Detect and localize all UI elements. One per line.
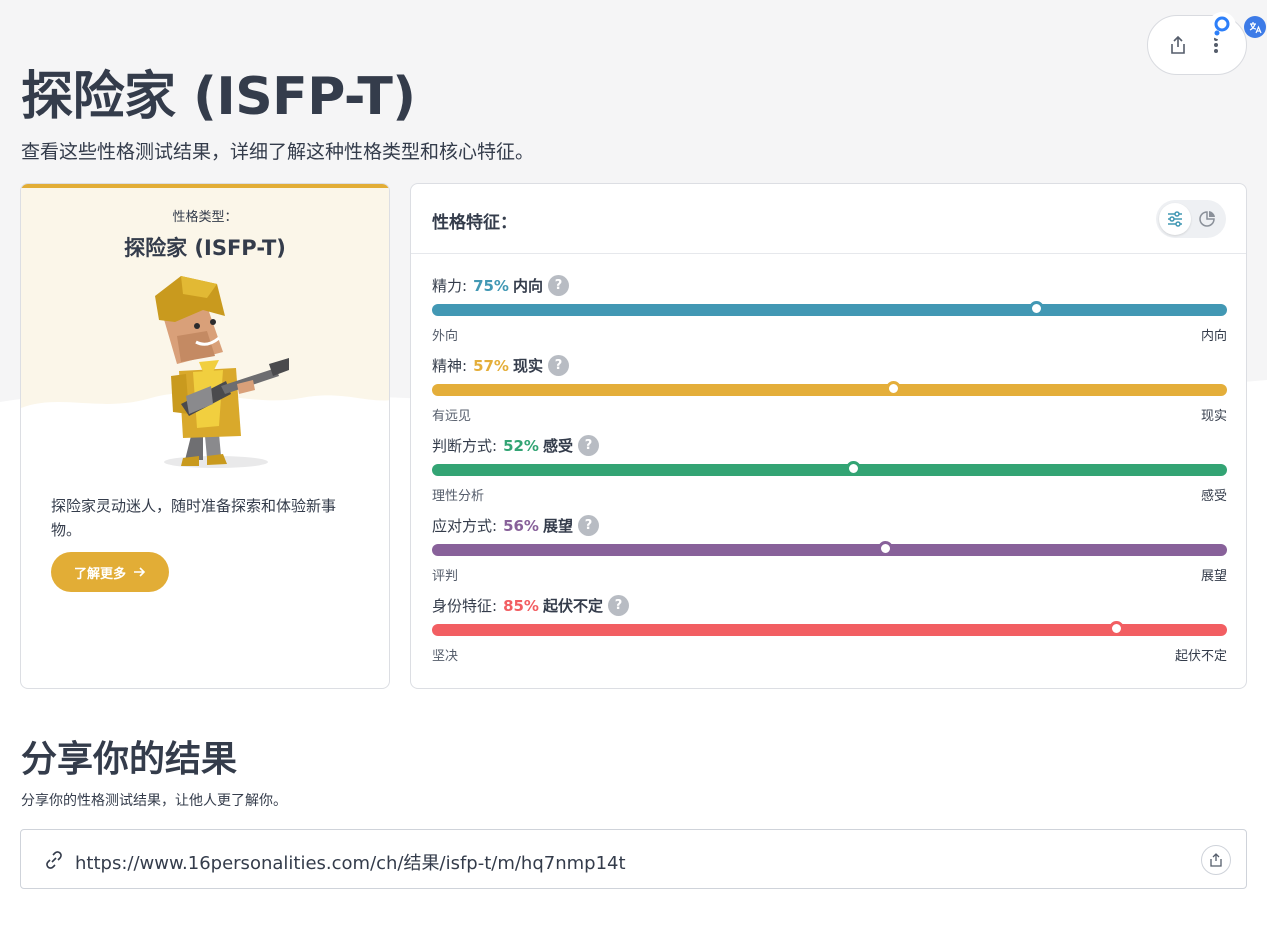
trait-slider-knob[interactable]: [886, 381, 902, 396]
trait-name: 精力:: [432, 277, 468, 295]
traits-header: 性格特征：: [411, 184, 1246, 254]
learn-more-label: 了解更多: [73, 566, 126, 582]
share-title: 分享你的结果: [21, 739, 238, 780]
page-subtitle: 查看这些性格测试结果，详细了解这种性格类型和核心特征。: [21, 141, 535, 163]
trait-heading: 身份特征: 85% 起伏不定 ?: [432, 595, 629, 616]
trait-percent: 56%: [503, 516, 539, 535]
link-icon: [46, 851, 62, 869]
extension-icon[interactable]: [1208, 12, 1236, 40]
trait-row-mind: 精神: 57% 现实 ? 有远见 现实: [432, 355, 1227, 435]
help-icon[interactable]: ?: [577, 435, 599, 456]
share-button[interactable]: [1166, 33, 1190, 57]
trait-row-nature: 判断方式: 52% 感受 ? 理性分析 感受: [432, 435, 1227, 515]
trait-heading: 判断方式: 52% 感受 ?: [432, 435, 599, 456]
page-title: 探险家 (ISFP-T): [21, 67, 416, 127]
trait-side: 起伏不定: [542, 597, 603, 615]
share-url[interactable]: https://www.16personalities.com/ch/结果/is…: [75, 849, 626, 875]
trait-row-tactics: 应对方式: 56% 展望 ? 评判 展望: [432, 515, 1227, 595]
share-icon: [1210, 853, 1222, 867]
browser-extension-icons: [1208, 12, 1266, 40]
share-url-box[interactable]: https://www.16personalities.com/ch/结果/is…: [20, 829, 1247, 889]
translate-glyph: [1249, 22, 1262, 34]
trait-right-label: 感受: [1200, 489, 1227, 504]
trait-row-energy: 精力: 75% 内向 ? 外向 内向: [432, 275, 1227, 355]
chart-view-button[interactable]: [1191, 203, 1223, 235]
trait-name: 身份特征:: [432, 597, 498, 615]
trait-bar: [432, 544, 1227, 556]
trait-bar: [432, 304, 1227, 316]
help-icon[interactable]: ?: [547, 275, 569, 296]
trait-bar: [432, 624, 1227, 636]
trait-left-label: 坚决: [432, 649, 459, 664]
trait-left-label: 有远见: [432, 409, 472, 424]
trait-heading: 应对方式: 56% 展望 ?: [432, 515, 599, 536]
trait-right-label: 现实: [1200, 409, 1227, 424]
pie-chart-icon: [1199, 211, 1215, 227]
sliders-view-button[interactable]: [1159, 203, 1191, 235]
trait-side: 感受: [542, 437, 573, 455]
share-icon: [1171, 35, 1185, 54]
trait-left-label: 外向: [432, 329, 459, 344]
explorer-avatar-illustration: [155, 276, 289, 468]
trait-percent: 85%: [503, 596, 539, 615]
arrow-right-icon: [134, 567, 146, 577]
trait-side: 展望: [542, 517, 573, 535]
trait-left-label: 评判: [432, 569, 459, 584]
trait-slider-knob[interactable]: [1108, 621, 1124, 636]
translate-icon[interactable]: [1244, 16, 1266, 38]
help-icon[interactable]: ?: [577, 515, 599, 536]
trait-heading: 精力: 75% 内向 ?: [432, 275, 569, 296]
traits-title: 性格特征：: [432, 213, 517, 233]
extension-logo-icon: [1214, 16, 1230, 36]
sliders-icon: [1168, 211, 1182, 227]
trait-right-label: 展望: [1200, 569, 1227, 584]
personality-type-card: 性格类型： 探险家 (ISFP-T) 探险家灵动迷人，随时准备探索和体验新事物。…: [20, 183, 390, 689]
view-toggle: [1156, 200, 1226, 238]
trait-percent: 52%: [503, 436, 539, 455]
share-url-button[interactable]: [1201, 845, 1231, 875]
trait-right-label: 起伏不定: [1174, 649, 1227, 664]
trait-left-label: 理性分析: [432, 489, 485, 504]
type-description: 探险家灵动迷人，随时准备探索和体验新事物。: [51, 497, 337, 539]
personality-traits-card: 性格特征： 精力: 75% 内向 ? 外向 内向 精神: 57% 现实 ? 有远…: [410, 183, 1247, 689]
trait-name: 应对方式:: [432, 517, 498, 535]
trait-name: 判断方式:: [432, 437, 498, 455]
trait-heading: 精神: 57% 现实 ?: [432, 355, 569, 376]
trait-percent: 75%: [473, 276, 509, 295]
help-icon[interactable]: ?: [607, 595, 629, 616]
trait-bar: [432, 384, 1227, 396]
trait-percent: 57%: [473, 356, 509, 375]
type-label: 性格类型：: [172, 210, 238, 225]
trait-side: 内向: [512, 277, 543, 295]
trait-bar: [432, 464, 1227, 476]
learn-more-button[interactable]: 了解更多: [51, 552, 169, 592]
trait-name: 精神:: [432, 357, 468, 375]
trait-row-identity: 身份特征: 85% 起伏不定 ? 坚决 起伏不定: [432, 595, 1227, 675]
type-name: 探险家 (ISFP-T): [124, 236, 286, 260]
trait-side: 现实: [512, 357, 543, 375]
share-subtitle: 分享你的性格测试结果，让他人更了解你。: [21, 793, 287, 809]
trait-right-label: 内向: [1200, 329, 1227, 344]
help-icon[interactable]: ?: [547, 355, 569, 376]
